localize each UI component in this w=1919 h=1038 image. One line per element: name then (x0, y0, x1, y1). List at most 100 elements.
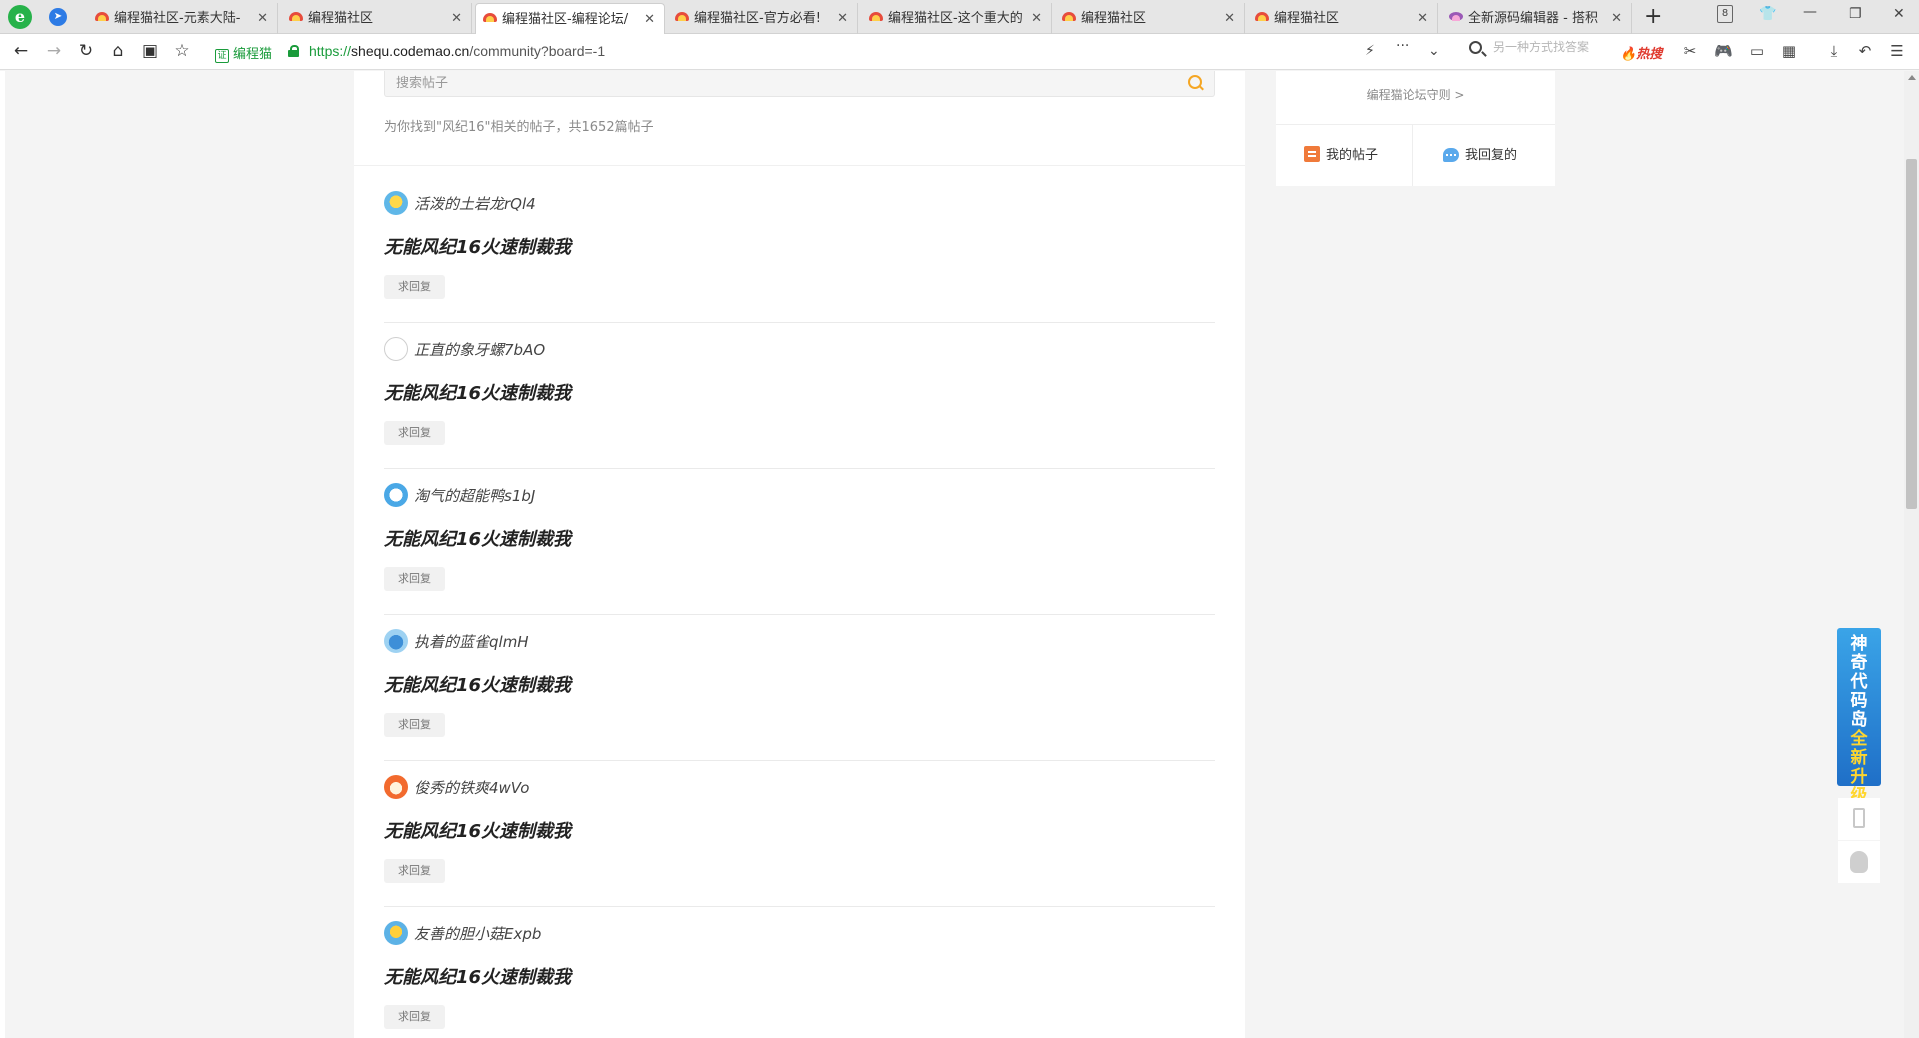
tab-close-icon[interactable]: ✕ (837, 3, 848, 34)
window-close-button[interactable]: ✕ (1893, 6, 1905, 22)
apps-grid-icon[interactable]: ▦ (1780, 42, 1798, 60)
scissors-icon[interactable]: ✂ (1681, 42, 1699, 60)
bookmark-star-icon[interactable]: ☆ (171, 40, 193, 62)
post-item[interactable]: 正直的象牙螺7bAO 无能风纪16火速制裁我 求回复 (384, 323, 1215, 469)
undo-icon[interactable]: ↶ (1856, 42, 1874, 60)
download-icon[interactable]: ⤓ (1825, 42, 1843, 60)
browser-tab-3-active[interactable]: 编程猫社区-编程论坛/ ✕ (475, 3, 665, 34)
browser-tab-7[interactable]: 编程猫社区 ✕ (1248, 3, 1438, 34)
forum-sidebar-card: 编程猫论坛守则 > 我的帖子 我回复的 (1276, 71, 1555, 186)
post-author[interactable]: 执着的蓝雀qlmH (414, 631, 529, 652)
game-controller-icon[interactable]: 🎮 (1714, 42, 1733, 60)
tab-close-icon[interactable]: ✕ (1611, 3, 1622, 34)
post-search-input[interactable] (385, 71, 1175, 95)
browser-tab-8[interactable]: 全新源码编辑器 - 搭积 ✕ (1442, 3, 1632, 34)
post-author[interactable]: 友善的胆小菇Expb (414, 923, 541, 944)
post-author[interactable]: 正直的象牙螺7bAO (414, 339, 545, 360)
divider (354, 165, 1245, 166)
browser-tab-1[interactable]: 编程猫社区-元素大陆- ✕ (88, 3, 278, 34)
new-tab-button[interactable]: + (1644, 4, 1662, 30)
user-avatar[interactable] (384, 775, 408, 799)
post-title[interactable]: 无能风纪16火速制裁我 (384, 963, 571, 989)
browser-tab-5[interactable]: 编程猫社区-这个重大的 ✕ (862, 3, 1052, 34)
url-field[interactable]: 证编程猫 https://shequ.codemao.cn/community?… (207, 38, 1457, 66)
promo-char: 奇 (1850, 653, 1868, 673)
browser-tab-6[interactable]: 编程猫社区 ✕ (1055, 3, 1245, 34)
post-item[interactable]: 淘气的超能鸭s1bJ 无能风纪16火速制裁我 求回复 (384, 469, 1215, 615)
code-island-promo-banner[interactable]: 神 奇 代 码 岛 全 新 升 级 (1837, 628, 1881, 806)
site-identity-badge[interactable]: 证编程猫 (215, 43, 272, 63)
promo-char: 神 (1850, 634, 1868, 654)
user-avatar[interactable] (384, 483, 408, 507)
screen-icon[interactable]: ▭ (1748, 42, 1766, 60)
home-icon[interactable]: ⌂ (107, 40, 129, 62)
post-title[interactable]: 无能风纪16火速制裁我 (384, 233, 571, 259)
my-replies-label: 我回复的 (1465, 148, 1518, 163)
shirt-skin-icon[interactable]: 👕 (1759, 6, 1776, 22)
search-result-summary: 为你找到"风纪16"相关的帖子，共1652篇帖子 (384, 120, 654, 135)
site-name: 编程猫 (233, 47, 273, 62)
briefcase-icon[interactable]: ▣ (139, 40, 161, 62)
browser-address-bar: ← → ↻ ⌂ ▣ ☆ 证编程猫 https://shequ.codemao.c… (0, 34, 1919, 70)
browser-logo-icon[interactable]: e (8, 5, 32, 29)
tab-close-icon[interactable]: ✕ (257, 3, 268, 34)
search-icon[interactable] (1188, 75, 1204, 91)
tab-close-icon[interactable]: ✕ (1031, 3, 1042, 34)
post-item[interactable]: 执着的蓝雀qlmH 无能风纪16火速制裁我 求回复 (384, 615, 1215, 761)
page-scrollbar[interactable] (1904, 71, 1919, 1038)
reload-icon[interactable]: ↻ (75, 40, 97, 62)
forum-rules-link[interactable]: 编程猫论坛守则 > (1276, 86, 1555, 103)
post-author[interactable]: 活泼的土岩龙rQl4 (414, 193, 536, 214)
page-viewport: 为你找到"风纪16"相关的帖子，共1652篇帖子 活泼的土岩龙rQl4 无能风纪… (0, 71, 1919, 1038)
window-restore-button[interactable]: ❐ (1849, 6, 1862, 22)
hot-search-link[interactable]: 🔥热搜 (1620, 43, 1662, 62)
user-avatar[interactable] (384, 337, 408, 361)
post-item[interactable]: 活泼的土岩龙rQl4 无能风纪16火速制裁我 求回复 (384, 177, 1215, 323)
url-scheme: https:// (309, 43, 352, 59)
tab-close-icon[interactable]: ✕ (451, 3, 462, 34)
user-avatar[interactable] (384, 921, 408, 945)
window-minimize-button[interactable]: — (1803, 4, 1817, 20)
tab-close-icon[interactable]: ✕ (1224, 3, 1235, 34)
search-results-panel: 为你找到"风纪16"相关的帖子，共1652篇帖子 活泼的土岩龙rQl4 无能风纪… (354, 71, 1245, 1038)
forward-arrow-icon[interactable]: → (43, 40, 65, 62)
post-title[interactable]: 无能风纪16火速制裁我 (384, 379, 571, 405)
editor-favicon-icon (1449, 12, 1463, 24)
post-title[interactable]: 无能风纪16火速制裁我 (384, 525, 571, 551)
back-arrow-icon[interactable]: ← (10, 40, 32, 62)
user-avatar[interactable] (384, 191, 408, 215)
my-posts-button[interactable]: 我的帖子 (1304, 125, 1378, 186)
mobile-app-button[interactable] (1838, 798, 1880, 840)
post-tag: 求回复 (384, 1005, 445, 1029)
post-item[interactable]: 友善的胆小菇Expb 无能风纪16火速制裁我 求回复 (384, 907, 1215, 1038)
more-dots-icon[interactable]: ··· (1396, 38, 1409, 54)
user-avatar[interactable] (384, 629, 408, 653)
browser-search-field[interactable]: 另一种方式找答案 (1467, 40, 1637, 62)
menu-hamburger-icon[interactable]: ☰ (1888, 42, 1906, 60)
tab-close-icon[interactable]: ✕ (1417, 3, 1428, 34)
tab-label: 编程猫社区-这个重大的 (888, 11, 1023, 26)
post-author[interactable]: 淘气的超能鸭s1bJ (414, 485, 535, 506)
browser-tab-2[interactable]: 编程猫社区 ✕ (282, 3, 472, 34)
post-tag: 求回复 (384, 421, 445, 445)
promo-char: 升 (1850, 767, 1868, 787)
post-item[interactable]: 俊秀的铁爽4wVo 无能风纪16火速制裁我 求回复 (384, 761, 1215, 907)
lightning-icon[interactable]: ⚡ (1365, 43, 1375, 59)
post-author[interactable]: 俊秀的铁爽4wVo (414, 777, 529, 798)
codemao-favicon-icon (1062, 12, 1076, 24)
qq-contact-button[interactable] (1838, 841, 1880, 883)
tab-label: 全新源码编辑器 - 搭积 (1468, 11, 1598, 26)
scrollbar-thumb[interactable] (1906, 159, 1917, 509)
post-title[interactable]: 无能风纪16火速制裁我 (384, 817, 571, 843)
tab-label: 编程猫社区 (1274, 11, 1340, 26)
pinned-send-icon[interactable]: ➤ (49, 8, 67, 26)
my-replies-button[interactable]: 我回复的 (1443, 125, 1517, 186)
tab-close-icon[interactable]: ✕ (644, 4, 655, 34)
tab-counter-icon[interactable]: 8 (1717, 5, 1733, 23)
post-title[interactable]: 无能风纪16火速制裁我 (384, 671, 571, 697)
url-text[interactable]: https://shequ.codemao.cn/community?board… (309, 43, 605, 59)
scroll-up-arrow-icon[interactable] (1908, 75, 1916, 80)
promo-char: 新 (1850, 748, 1868, 768)
browser-tab-4[interactable]: 编程猫社区-官方必看! ✕ (668, 3, 858, 34)
chevron-down-icon[interactable]: ⌄ (1428, 43, 1440, 59)
